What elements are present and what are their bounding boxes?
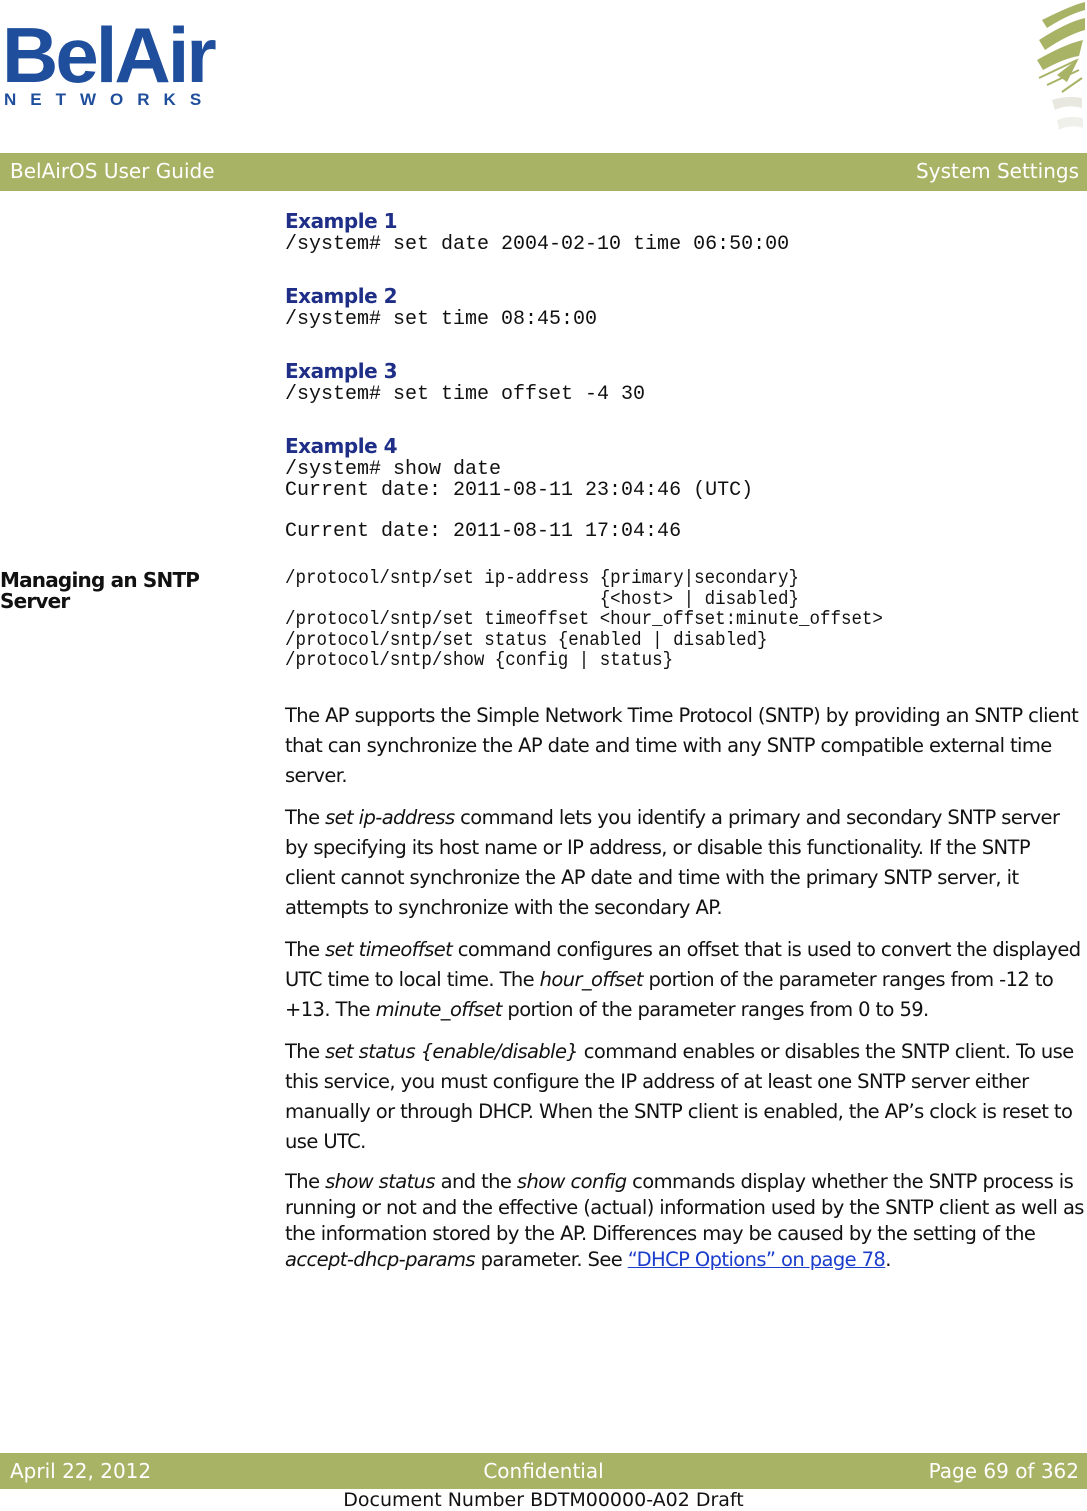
text: The [285,805,326,829]
text: The [285,1169,326,1193]
page-content: Example 1 /system# set date 2004-02-10 t… [285,208,1085,1285]
paragraph-set-timeoffset: The set timeoffset command configures an… [285,935,1085,1025]
example-1: Example 1 /system# set date 2004-02-10 t… [285,208,1085,255]
dhcp-options-link[interactable]: “DHCP Options” on page 78 [628,1248,886,1271]
code-line-blank [285,501,1085,521]
code-line: /system# set date 2004-02-10 time 06:50:… [285,233,790,256]
sntp-syntax: /protocol/sntp/set ip-address {primary|s… [285,568,1085,671]
parameter-name: accept-dhcp-params [285,1247,476,1271]
example-3: Example 3 /system# set time offset -4 30 [285,358,1085,405]
command-name: set ip-address [325,805,455,829]
code-line: Current date: 2011-08-11 17:04:46 [285,520,682,543]
command-name: set status {enable/disable} [325,1039,579,1063]
syntax-line: /protocol/sntp/set timeoffset <hour_offs… [285,608,883,630]
belair-swoosh-icon [1037,2,1085,130]
text: portion of the parameter ranges from 0 t… [501,997,929,1021]
paragraph-set-status: The set status {enable/disable} command … [285,1037,1085,1157]
footer-classification: Confidential [483,1459,604,1483]
command-name: show status [325,1169,436,1193]
logo-wordmark: BelAir [2,11,217,99]
syntax-line: {<host> | disabled} [285,587,800,610]
text: . [885,1247,891,1271]
code-line: /system# set time offset -4 30 [285,383,646,406]
header-band: BelAirOS User Guide System Settings [0,153,1087,191]
syntax-line: /protocol/sntp/show {config | status} [285,649,674,671]
command-name: set timeoffset [325,937,453,961]
parameter-name: minute_offset [375,997,503,1021]
section-heading-sntp: Managing an SNTP Server [0,568,200,613]
example-heading: Example 4 [285,434,398,458]
text: The [285,937,326,961]
example-heading: Example 3 [285,359,398,383]
code-line: /system# show date [285,458,502,481]
syntax-line: /protocol/sntp/set status {enabled | dis… [285,628,768,651]
guide-title: BelAirOS User Guide [10,159,215,183]
footer-page-number: Page 69 of 362 [928,1459,1079,1483]
code-line: Current date: 2011-08-11 23:04:46 (UTC) [285,479,754,502]
section-title: System Settings [916,159,1079,183]
paragraph-show-commands: The show status and the show config comm… [285,1169,1085,1273]
footer-band: April 22, 2012 Confidential Page 69 of 3… [0,1453,1087,1489]
example-4: Example 4 /system# show date Current dat… [285,433,1085,542]
code-line: /system# set time 08:45:00 [285,308,598,331]
example-heading: Example 2 [285,284,398,308]
document-number: Document Number BDTM00000-A02 Draft [343,1489,744,1511]
belair-logo: BelAir NETWORKS [2,16,217,110]
text: parameter. See [474,1247,628,1271]
paragraph-intro: The AP supports the Simple Network Time … [285,703,1079,787]
syntax-line: /protocol/sntp/set ip-address {primary|s… [285,567,800,589]
paragraph-set-ip-address: The set ip-address command lets you iden… [285,803,1085,923]
logo-subtext: NETWORKS [4,90,216,109]
text: and the [435,1169,517,1193]
example-heading: Example 1 [285,209,398,233]
text: The [285,1039,326,1063]
example-2: Example 2 /system# set time 08:45:00 [285,283,1085,330]
parameter-name: hour_offset [539,967,644,991]
command-name: show config [516,1169,627,1193]
